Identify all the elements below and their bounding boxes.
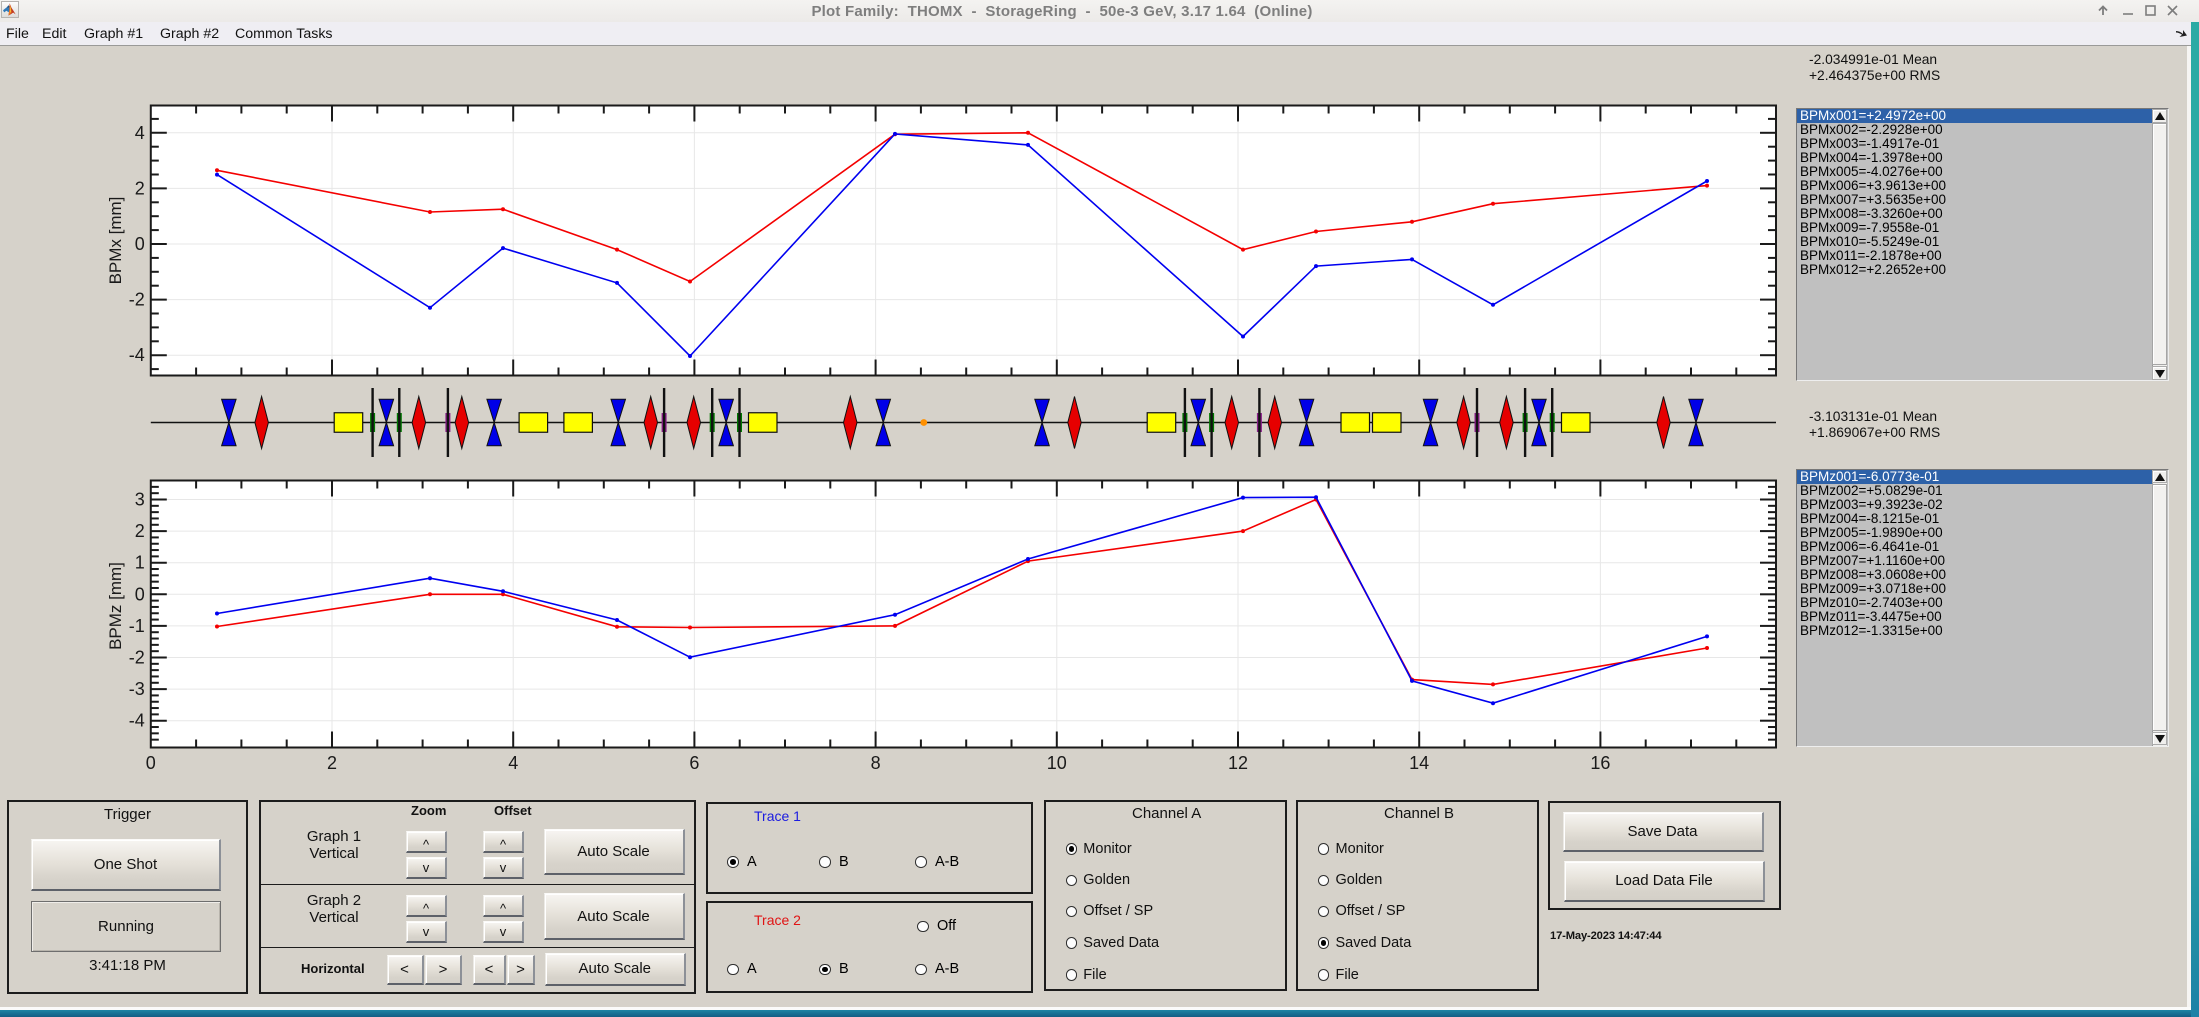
svg-text:12: 12 [1228, 753, 1248, 773]
svg-text:0: 0 [135, 234, 145, 254]
svg-text:4: 4 [135, 123, 145, 143]
svg-text:10: 10 [1047, 753, 1067, 773]
svg-text:0: 0 [146, 753, 156, 773]
svg-text:2: 2 [135, 178, 145, 198]
svg-text:3: 3 [135, 490, 145, 510]
svg-text:-4: -4 [129, 711, 145, 731]
svg-text:2: 2 [327, 753, 337, 773]
svg-text:0: 0 [135, 584, 145, 604]
svg-text:-2: -2 [129, 648, 145, 668]
svg-text:-3: -3 [129, 679, 145, 699]
svg-text:4: 4 [508, 753, 518, 773]
svg-text:16: 16 [1590, 753, 1610, 773]
svg-text:-1: -1 [129, 616, 145, 636]
svg-text:BPMx [mm]: BPMx [mm] [106, 197, 125, 285]
svg-text:2: 2 [135, 521, 145, 541]
svg-text:6: 6 [689, 753, 699, 773]
svg-text:8: 8 [871, 753, 881, 773]
svg-text:1: 1 [135, 553, 145, 573]
svg-text:BPMz [mm]: BPMz [mm] [106, 562, 125, 650]
svg-text:-4: -4 [129, 345, 145, 365]
svg-text:-2: -2 [129, 290, 145, 310]
svg-text:14: 14 [1409, 753, 1429, 773]
